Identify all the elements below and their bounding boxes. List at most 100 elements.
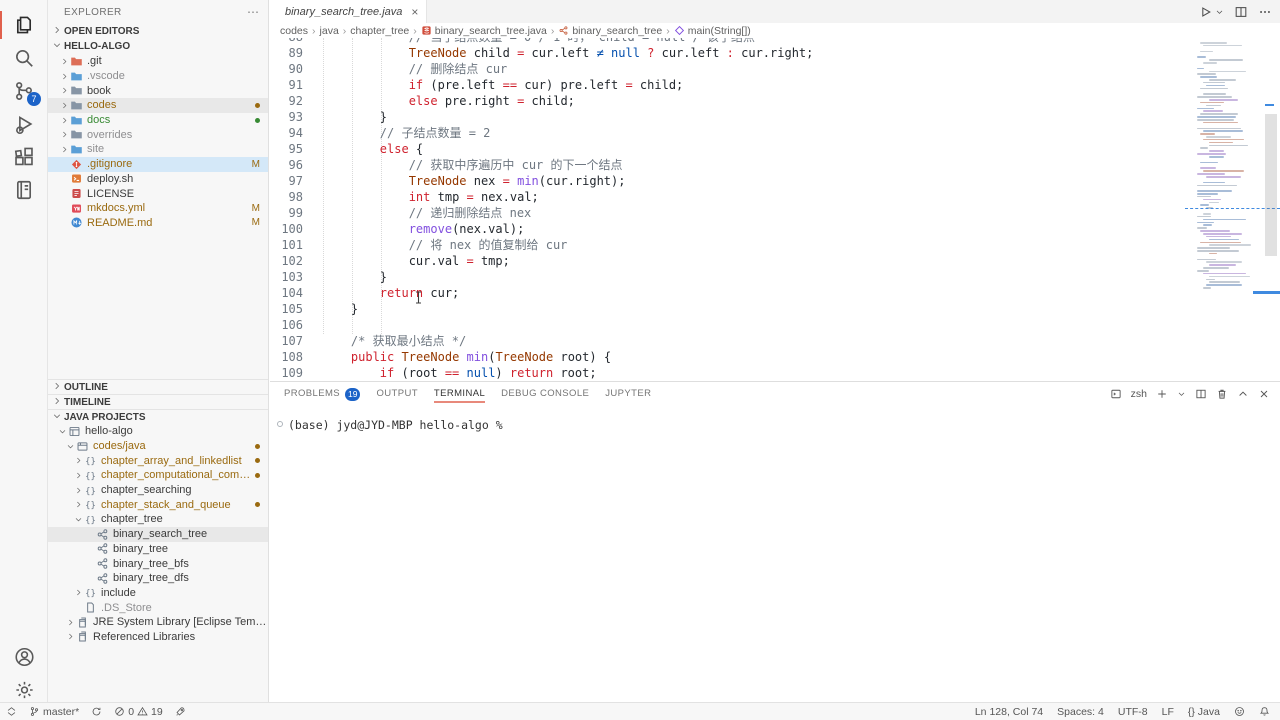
java-project-item-binary_tree_dfs[interactable]: binary_tree_dfs [48, 571, 268, 586]
more-icon[interactable] [1258, 5, 1272, 19]
eol-status[interactable]: LF [1162, 706, 1174, 718]
run-icon[interactable] [1198, 5, 1212, 19]
code-line-98[interactable]: 98 int tmp = nex.val; [270, 189, 1184, 205]
java-project-item-chapter_searching[interactable]: {}chapter_searching [48, 483, 268, 498]
trash-icon[interactable] [1216, 388, 1228, 400]
sidebar-more-actions-icon[interactable]: ⋯ [247, 5, 260, 19]
explorer-item-.vscode[interactable]: .vscode [48, 69, 268, 84]
code-line-96[interactable]: 96 // 获取中序遍历中 cur 的下一个结点 [270, 157, 1184, 173]
java-project-item-binary_tree[interactable]: binary_tree [48, 542, 268, 557]
timeline-section[interactable]: TIMELINE [48, 394, 268, 409]
open-editors-section[interactable]: OPEN EDITORS [48, 24, 268, 39]
breadcrumb-item[interactable]: main(String[]) [674, 25, 751, 37]
code-line-91[interactable]: 91 if (pre.left == cur) pre.left = child… [270, 77, 1184, 93]
activity-source-control-icon[interactable]: 7 [0, 74, 48, 108]
panel-tab-problems[interactable]: PROBLEMS19 [284, 382, 360, 406]
activity-search-icon[interactable] [0, 41, 48, 75]
breadcrumb-item[interactable]: java [320, 25, 339, 37]
code-line-107[interactable]: 107 /* 获取最小结点 */ [270, 333, 1184, 349]
branch-status[interactable]: master* [29, 706, 79, 718]
explorer-item-mkdocs.yml[interactable]: mkdocs.ymlM [48, 201, 268, 216]
code-line-106[interactable]: 106 [270, 317, 1184, 333]
explorer-item-docs[interactable]: docs [48, 113, 268, 128]
java-project-item-binary_tree_bfs[interactable]: binary_tree_bfs [48, 556, 268, 571]
panel-tab-output[interactable]: OUTPUT [376, 382, 417, 406]
plus-icon[interactable] [1156, 388, 1168, 400]
terminal-picker-icon[interactable] [1110, 388, 1122, 400]
code-line-88[interactable]: 88 // 当子结点数量 = 0 / 1 时， child = null / 该… [270, 38, 1184, 45]
tab-close-icon[interactable]: × [411, 5, 418, 19]
code-line-100[interactable]: 100 remove(nex.val); [270, 221, 1184, 237]
code-line-101[interactable]: 101 // 将 nex 的值复制给 cur [270, 237, 1184, 253]
panel-tab-jupyter[interactable]: JUPYTER [605, 382, 651, 406]
editor-scrollbar[interactable] [1265, 114, 1277, 256]
outline-section[interactable]: OUTLINE [48, 379, 268, 394]
java-project-item-chapter_computational_complexity[interactable]: {}chapter_computational_complexity [48, 468, 268, 483]
code-line-95[interactable]: 95 else { [270, 141, 1184, 157]
java-projects-section[interactable]: JAVA PROJECTS [48, 409, 268, 424]
code-line-103[interactable]: 103 } [270, 269, 1184, 285]
breadcrumb-item[interactable]: binary_search_tree [558, 25, 662, 37]
java-project-item-.ds_store[interactable]: .DS_Store [48, 600, 268, 615]
code-line-90[interactable]: 90 // 删除结点 cur [270, 61, 1184, 77]
notifications-bell[interactable] [1259, 706, 1270, 717]
explorer-item-site[interactable]: site [48, 142, 268, 157]
terminal[interactable]: (base) jyd@JYD-MBP hello-algo % [270, 406, 1280, 432]
chevron-up-icon[interactable] [1237, 388, 1249, 400]
root-folder-section[interactable]: HELLO-ALGO [48, 39, 268, 54]
explorer-item-book[interactable]: book [48, 83, 268, 98]
shell-name-label[interactable]: zsh [1131, 388, 1147, 400]
code-line-108[interactable]: 108 public TreeNode min(TreeNode root) { [270, 349, 1184, 365]
panel-tab-terminal[interactable]: TERMINAL [434, 382, 485, 406]
activity-account-icon[interactable] [0, 640, 48, 674]
chevron-down-icon[interactable] [1177, 390, 1186, 399]
explorer-item-license[interactable]: LICENSE [48, 186, 268, 201]
breadcrumb-item[interactable]: codes [280, 25, 308, 37]
java-project-item-binary_search_tree[interactable]: binary_search_tree [48, 527, 268, 542]
java-project-item-hello-algo[interactable]: hello-algo [48, 424, 268, 439]
split-panel-icon[interactable] [1195, 388, 1207, 400]
explorer-item-.gitignore[interactable]: .gitignoreM [48, 157, 268, 172]
indentation-status[interactable]: Spaces: 4 [1057, 706, 1104, 718]
breadcrumb-item[interactable]: chapter_tree [350, 25, 409, 37]
problems-status[interactable]: 019 [114, 706, 163, 718]
breadcrumb-item[interactable]: binary_search_tree.java [421, 25, 547, 37]
activity-files-icon[interactable] [0, 8, 48, 42]
activity-run-debug-icon[interactable] [0, 107, 48, 141]
explorer-item-deploy.sh[interactable]: deploy.sh [48, 172, 268, 187]
code-line-92[interactable]: 92 else pre.right = child; [270, 93, 1184, 109]
language-status[interactable]: {} Java [1188, 706, 1220, 718]
code-line-109[interactable]: 109 if (root == null) return root; [270, 365, 1184, 381]
java-project-item-referencedlibraries[interactable]: Referenced Libraries [48, 630, 268, 645]
code-line-102[interactable]: 102 cur.val = tmp; [270, 253, 1184, 269]
feedback-status[interactable] [1234, 706, 1245, 717]
activity-extensions-icon[interactable] [0, 140, 48, 174]
java-project-item-include[interactable]: {}include [48, 586, 268, 601]
java-project-item-chapter_stack_and_queue[interactable]: {}chapter_stack_and_queue [48, 497, 268, 512]
code-line-94[interactable]: 94 // 子结点数量 = 2 [270, 125, 1184, 141]
remote-indicator[interactable] [6, 706, 17, 717]
code-line-104[interactable]: 104 return cur; [270, 285, 1184, 301]
split-editor-icon[interactable] [1234, 5, 1248, 19]
java-project-item-chapter_array_and_linkedlist[interactable]: {}chapter_array_and_linkedlist [48, 453, 268, 468]
tab-binary-search-tree[interactable]: binary_search_tree.java × [270, 0, 427, 23]
java-project-item-chapter_tree[interactable]: {}chapter_tree [48, 512, 268, 527]
code-line-99[interactable]: 99 // 递归删除结点 nex [270, 205, 1184, 221]
java-project-item-jresystemlibraryeclipsetemurin1717...[interactable]: JRE System Library [Eclipse Temurin 17 [… [48, 615, 268, 630]
activity-notebook-icon[interactable] [0, 173, 48, 207]
code-line-97[interactable]: 97 TreeNode nex = min(cur.right); [270, 173, 1184, 189]
java-project-item-codesjava[interactable]: codes/java [48, 439, 268, 454]
sync-status[interactable] [91, 706, 102, 717]
encoding-status[interactable]: UTF-8 [1118, 706, 1148, 718]
explorer-item-codes[interactable]: codes [48, 98, 268, 113]
cursor-position-status[interactable]: Ln 128, Col 74 [975, 706, 1043, 718]
explorer-item-.git[interactable]: .git [48, 54, 268, 69]
close-icon[interactable] [1258, 388, 1270, 400]
code-editor[interactable]: 88 // 当子结点数量 = 0 / 1 时， child = null / 该… [270, 38, 1280, 381]
explorer-item-overrides[interactable]: overrides [48, 127, 268, 142]
explorer-item-readme.md[interactable]: README.mdM [48, 216, 268, 231]
code-line-93[interactable]: 93 } [270, 109, 1184, 125]
code-line-105[interactable]: 105 } [270, 301, 1184, 317]
java-runtime-status[interactable] [175, 706, 186, 717]
panel-tab-debug-console[interactable]: DEBUG CONSOLE [501, 382, 589, 406]
